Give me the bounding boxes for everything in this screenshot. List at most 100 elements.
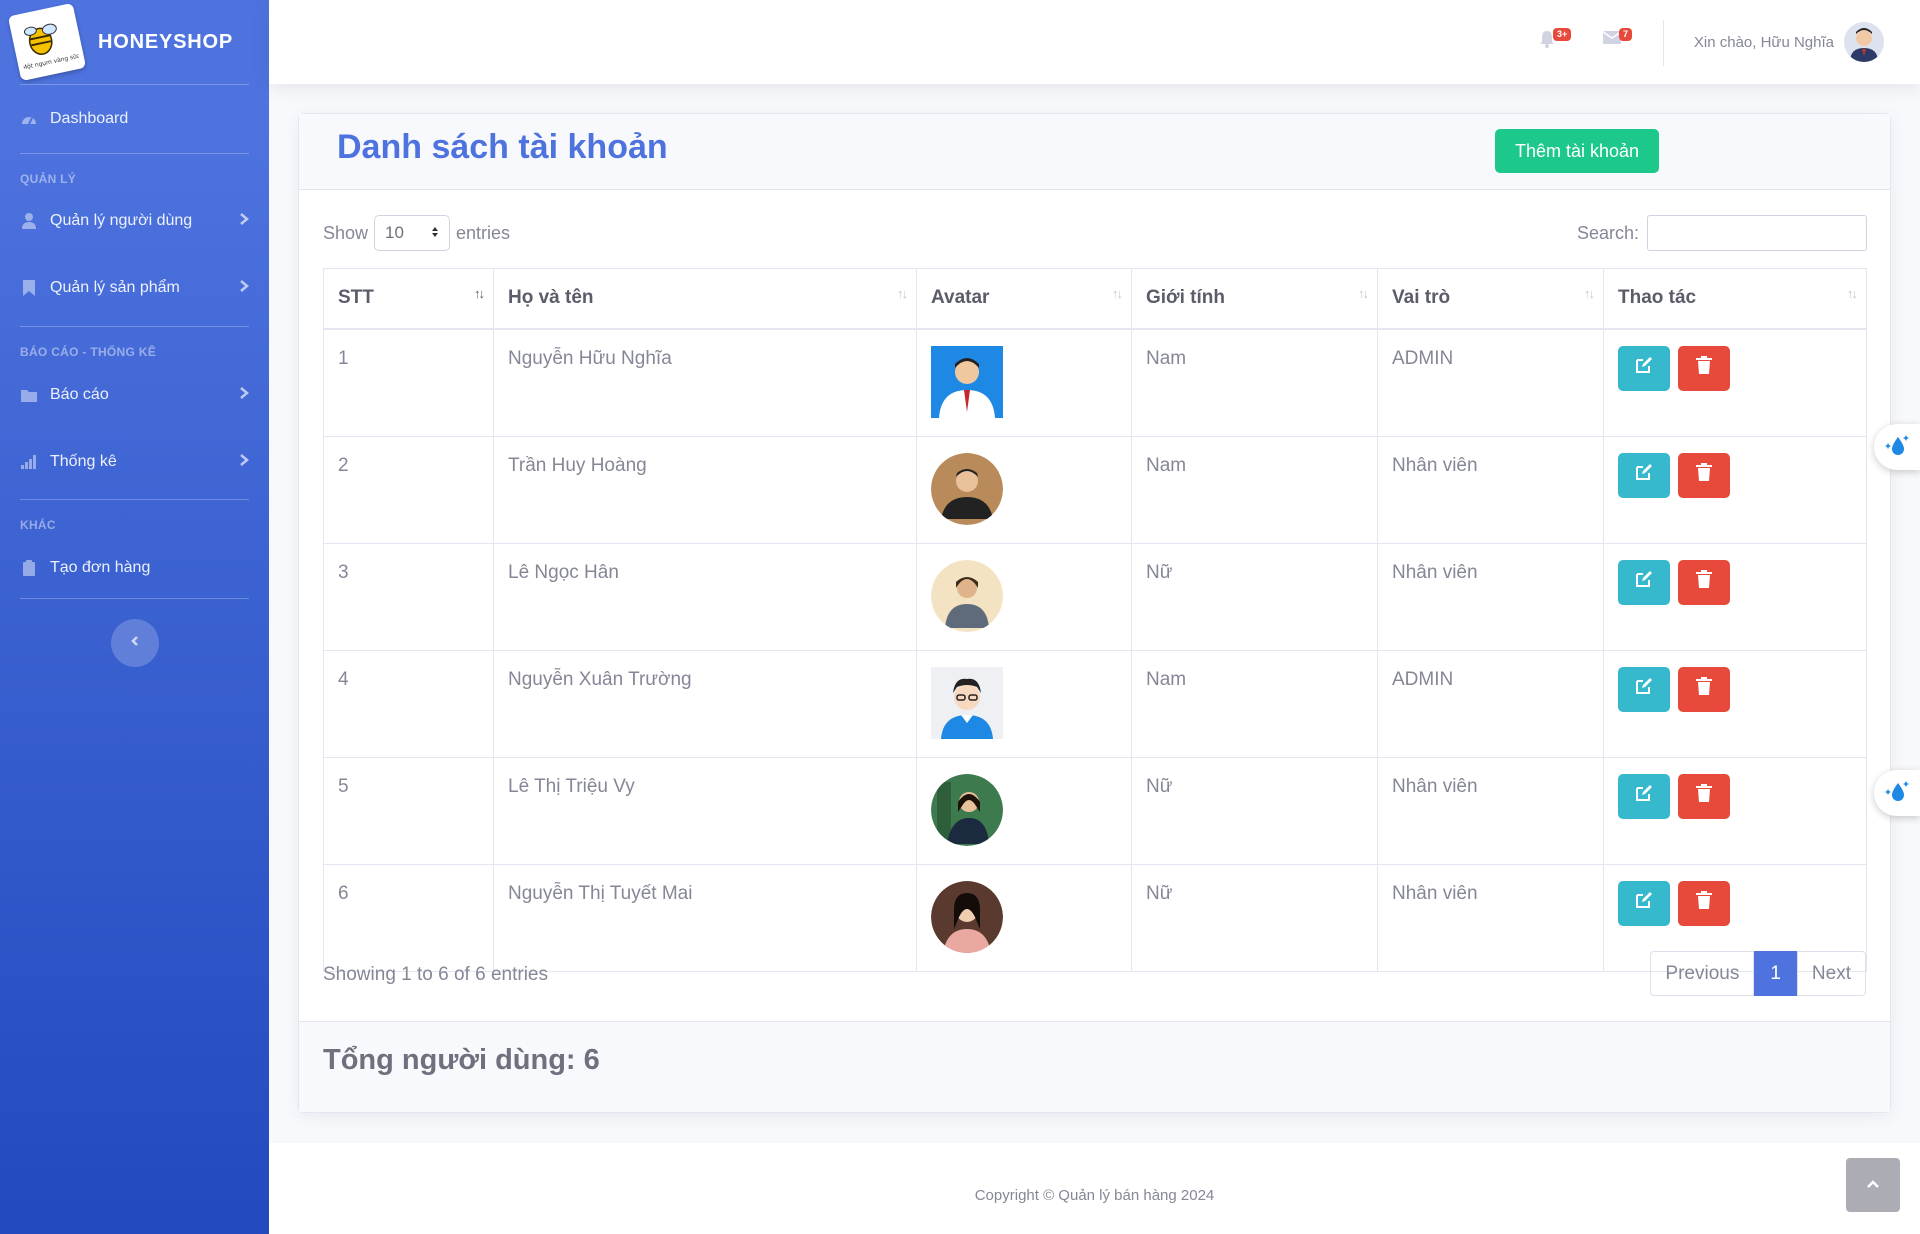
trash-icon: [1696, 891, 1713, 915]
edit-button[interactable]: [1618, 666, 1670, 712]
avatar: [1844, 22, 1884, 62]
cell-gender: Nữ: [1131, 863, 1378, 972]
column-header-label: Vai trò: [1392, 287, 1451, 309]
column-header-label: STT: [338, 287, 374, 309]
sidebar-item-label: Quản lý sản phẩm: [50, 279, 180, 296]
column-header-label: Thao tác: [1618, 287, 1697, 309]
edit-icon: [1635, 677, 1653, 701]
delete-button[interactable]: [1678, 773, 1731, 819]
edit-button[interactable]: [1618, 773, 1670, 819]
cell-actions: [1603, 328, 1867, 437]
sidebar-heading-other: KHÁC: [20, 518, 56, 532]
column-header-role[interactable]: Vai trò ↑↓: [1377, 268, 1604, 330]
logo-caption: Một ngụm vàng sữa: [21, 52, 80, 71]
column-header-stt[interactable]: STT ↑↓: [323, 268, 494, 330]
table-row: 1 Nguyễn Hữu Nghĩa Nam ADMIN: [323, 328, 1867, 437]
messages-button[interactable]: 7: [1602, 28, 1633, 49]
search-label: Search:: [1576, 222, 1639, 243]
table-row: 3 Lê Ngọc Hân Nữ Nhân viên: [323, 542, 1867, 651]
cell-stt: 5: [323, 756, 494, 865]
cell-role: ADMIN: [1377, 328, 1604, 437]
cell-gender: Nam: [1131, 649, 1378, 758]
delete-button[interactable]: [1678, 559, 1731, 605]
sidebar-item-dashboard[interactable]: Dashboard: [0, 85, 269, 153]
floating-widget[interactable]: [1874, 424, 1920, 470]
table-header-row: STT ↑↓ Họ và tên ↑↓ Avatar ↑↓ Giới tính ↑↓ V…: [323, 268, 1867, 330]
sidebar-item-label: Báo cáo: [50, 386, 109, 403]
sidebar-item-statistics[interactable]: Thống kê: [0, 425, 269, 499]
cell-gender: Nam: [1131, 435, 1378, 544]
add-account-button[interactable]: Thêm tài khoản: [1495, 129, 1659, 173]
avatar: [931, 559, 1003, 632]
column-header-avatar[interactable]: Avatar ↑↓: [916, 268, 1132, 330]
edit-button[interactable]: [1618, 559, 1670, 605]
edit-icon: [1635, 570, 1653, 594]
sidebar-item-create-order[interactable]: Tạo đơn hàng: [0, 538, 269, 598]
page-button-current[interactable]: 1: [1754, 951, 1797, 996]
alerts-badge: 3+: [1553, 28, 1572, 41]
edit-button[interactable]: [1618, 452, 1670, 498]
delete-button[interactable]: [1678, 345, 1731, 391]
sidebar-item-reports[interactable]: Báo cáo: [0, 365, 269, 425]
edit-icon: [1635, 463, 1653, 487]
entries-label: entries: [456, 222, 511, 243]
scroll-to-top-button[interactable]: [1846, 1158, 1900, 1212]
cell-role: Nhân viên: [1377, 435, 1604, 544]
cell-actions: [1603, 435, 1867, 544]
next-page-button[interactable]: Next: [1796, 951, 1866, 996]
trash-icon: [1696, 677, 1713, 701]
sidebar-item-users[interactable]: Quản lý người dùng: [0, 192, 269, 250]
column-header-gender[interactable]: Giới tính ↑↓: [1131, 268, 1378, 330]
user-greeting: Xin chào, Hữu Nghĩa: [1693, 33, 1834, 51]
cell-gender: Nam: [1131, 328, 1378, 437]
alerts-button[interactable]: 3+: [1539, 28, 1572, 53]
show-label: Show: [323, 222, 369, 243]
cell-role: Nhân viên: [1377, 542, 1604, 651]
user-dropdown[interactable]: Xin chào, Hữu Nghĩa: [1694, 22, 1884, 62]
cell-name: Lê Thị Triệu Vy: [493, 756, 917, 865]
trash-icon: [1696, 570, 1713, 594]
column-header-actions[interactable]: Thao tác ↑↓: [1603, 268, 1867, 330]
chevron-up-icon: [1866, 1176, 1880, 1194]
search-input[interactable]: [1647, 215, 1867, 251]
previous-page-button[interactable]: Previous: [1650, 951, 1755, 996]
user-icon: [20, 213, 38, 229]
delete-button[interactable]: [1678, 452, 1731, 498]
sidebar-item-label: Quản lý người dùng: [50, 212, 193, 229]
cell-role: Nhân viên: [1377, 756, 1604, 865]
page-size-control: Show 10 entries: [323, 214, 510, 252]
cell-gender: Nữ: [1131, 542, 1378, 651]
sidebar-item-products[interactable]: Quản lý sản phẩm: [0, 250, 269, 326]
accounts-table: STT ↑↓ Họ và tên ↑↓ Avatar ↑↓ Giới tính ↑↓ V…: [323, 268, 1867, 972]
cell-gender: Nữ: [1131, 756, 1378, 865]
delete-button[interactable]: [1678, 880, 1731, 926]
sidebar-heading-manage: QUẢN LÝ: [20, 172, 77, 186]
sidebar-divider: [20, 598, 249, 599]
cell-stt: 1: [323, 328, 494, 437]
delete-button[interactable]: [1678, 666, 1731, 712]
chevron-left-icon: [130, 634, 140, 653]
cell-name: Lê Ngọc Hân: [493, 542, 917, 651]
bar-chart-icon: [20, 455, 38, 469]
avatar: [931, 773, 1003, 846]
page-title: Danh sách tài khoản: [337, 128, 668, 166]
edit-button[interactable]: [1618, 345, 1670, 391]
floating-widget[interactable]: [1874, 770, 1920, 816]
edit-button[interactable]: [1618, 880, 1670, 926]
avatar: [931, 880, 1003, 953]
column-header-name[interactable]: Họ và tên ↑↓: [493, 268, 917, 330]
cell-avatar: [916, 756, 1132, 865]
trash-icon: [1696, 463, 1713, 487]
clipboard-icon: [20, 560, 38, 576]
page-size-select[interactable]: 10: [374, 215, 451, 251]
total-users: Tổng người dùng: 6: [323, 1044, 600, 1076]
bookmark-icon: [20, 280, 38, 296]
avatar: [931, 666, 1003, 739]
edit-icon: [1635, 356, 1653, 380]
cell-stt: 6: [323, 863, 494, 972]
trash-icon: [1696, 356, 1713, 380]
pagination: Previous 1 Next: [1650, 951, 1866, 996]
table-row: 2 Trần Huy Hoàng Nam Nhân viên: [323, 435, 1867, 544]
sidebar-toggle-button[interactable]: [110, 619, 159, 667]
brand[interactable]: Một ngụm vàng sữa HONEYSHOP: [0, 0, 269, 84]
